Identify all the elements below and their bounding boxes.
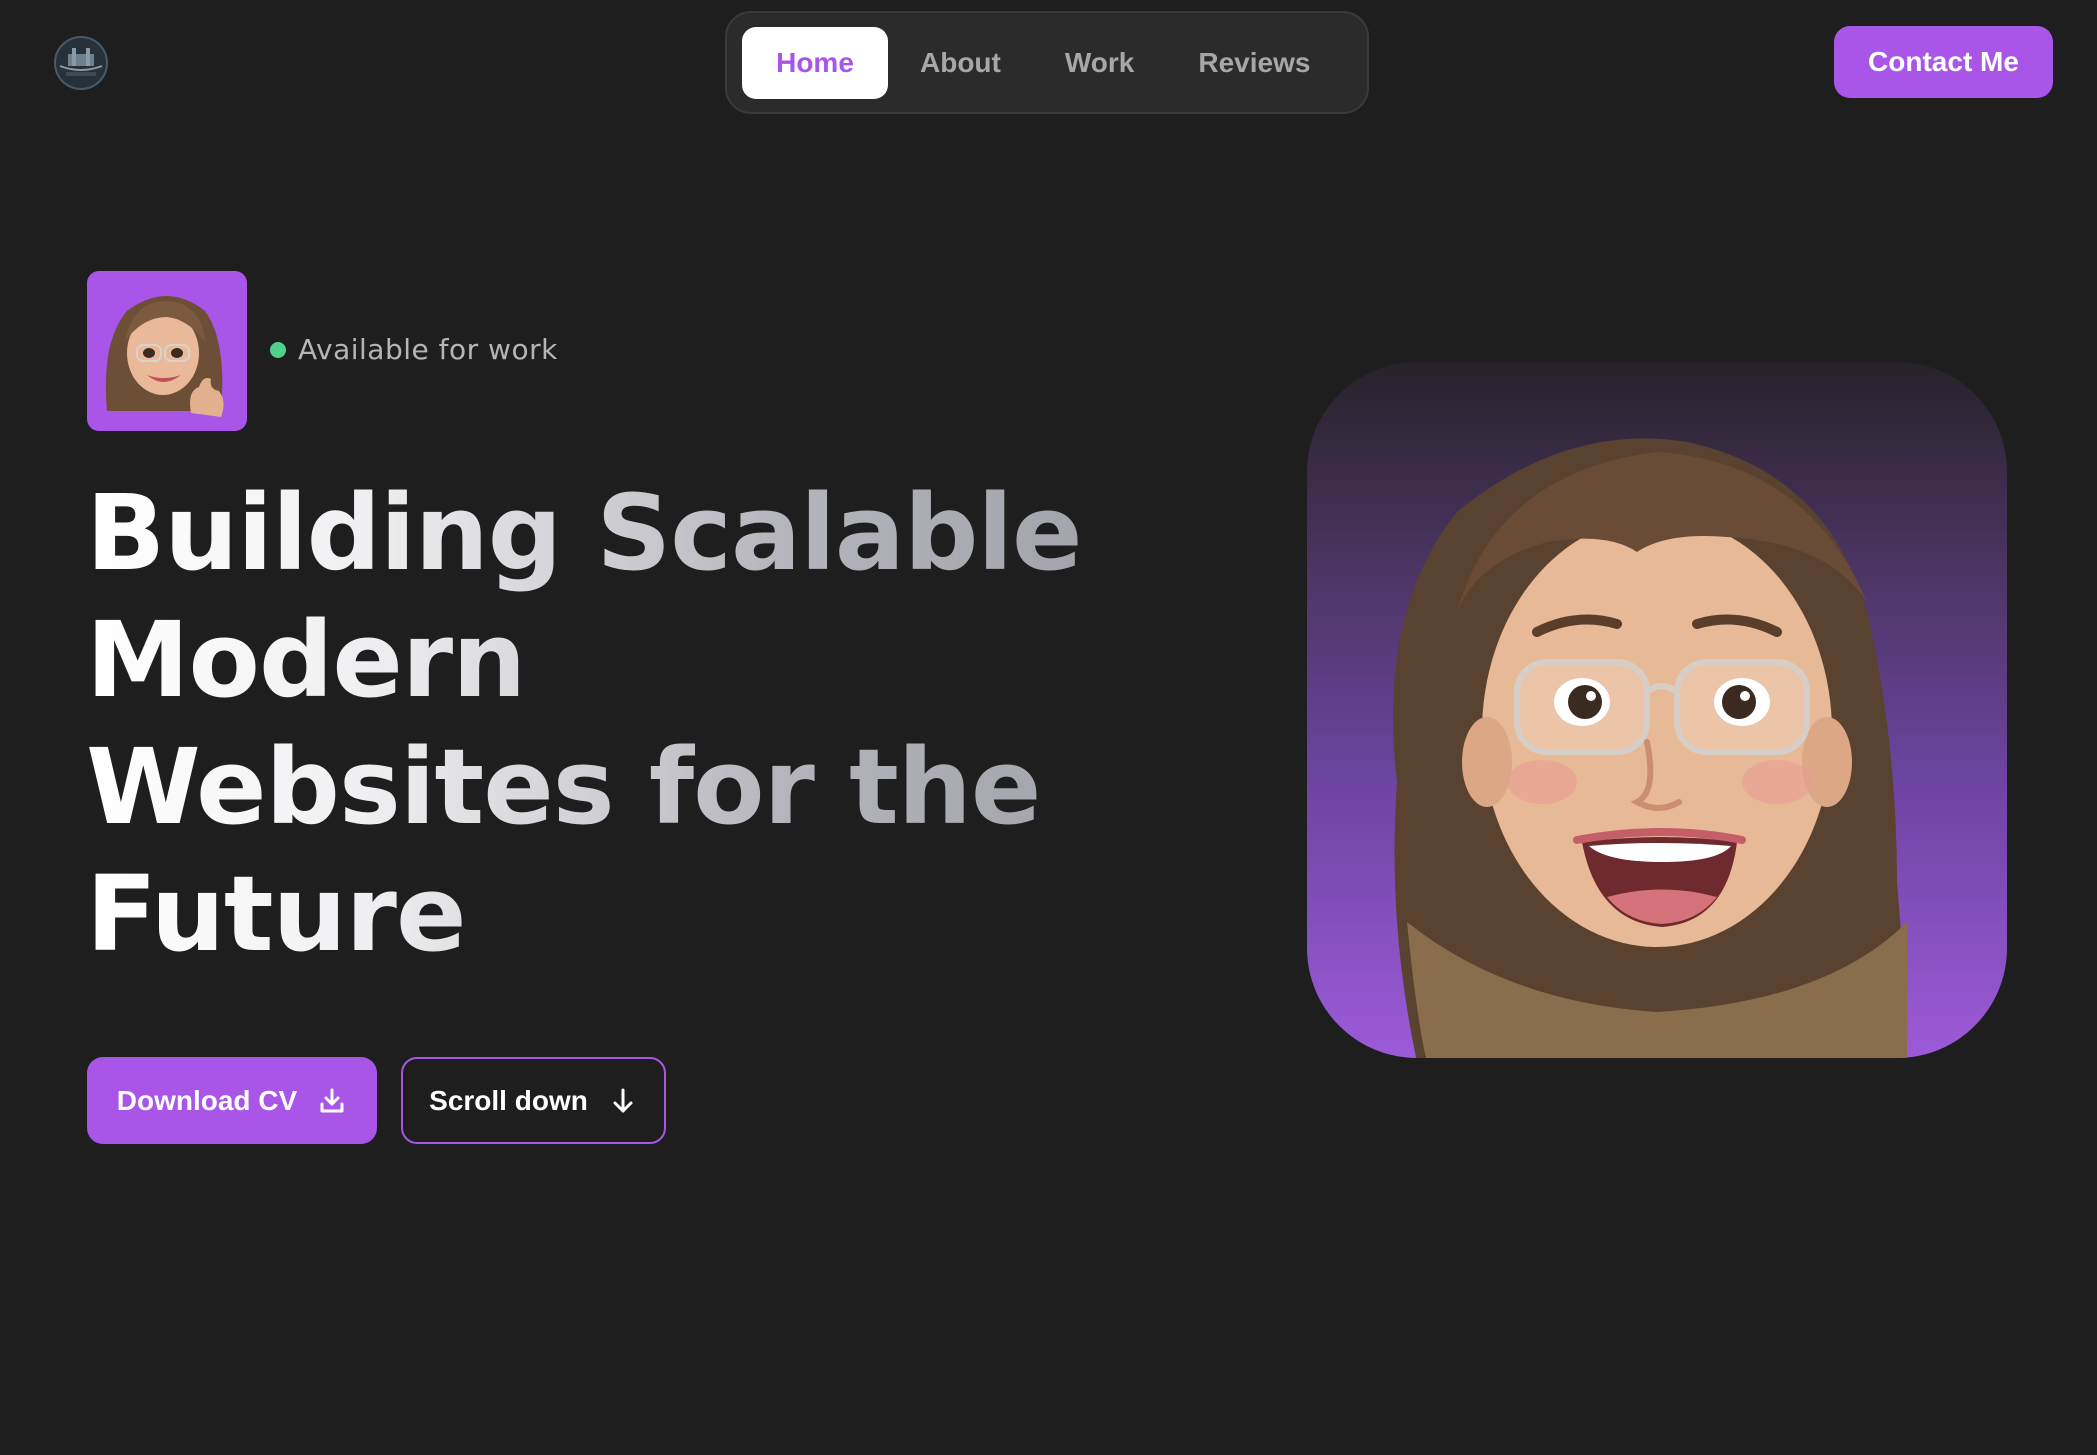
logo[interactable]	[48, 34, 114, 92]
headline-line-1: Building Scalable	[86, 472, 1082, 594]
logo-emblem-icon	[54, 36, 108, 90]
avatar	[87, 271, 247, 431]
hero-actions: Download CV Scroll down	[87, 1057, 666, 1144]
scroll-down-label: Scroll down	[429, 1084, 588, 1116]
memoji-portrait-icon	[1393, 438, 1907, 1058]
download-icon	[317, 1086, 347, 1116]
status-dot	[270, 341, 286, 358]
nav-home[interactable]: Home	[742, 26, 888, 99]
scroll-down-button[interactable]: Scroll down	[401, 1057, 666, 1144]
download-cv-label: Download CV	[116, 1084, 298, 1116]
headline-line-2: Modern	[86, 599, 526, 721]
headline-line-3: Websites for the	[86, 726, 1041, 848]
main-nav: Home About Work Reviews	[725, 11, 1369, 114]
arrow-down-icon	[608, 1086, 638, 1116]
contact-button[interactable]: Contact Me	[1834, 26, 2053, 98]
nav-work[interactable]: Work	[1033, 27, 1167, 99]
headline-line-4: Future	[86, 853, 466, 975]
availability-status: Available for work	[270, 333, 558, 366]
hero-portrait	[1307, 362, 2007, 1058]
hero-headline: Building Scalable Modern Websites for th…	[86, 470, 1186, 978]
nav-about[interactable]: About	[888, 27, 1033, 99]
download-cv-button[interactable]: Download CV	[87, 1057, 377, 1144]
status-text: Available for work	[298, 333, 558, 366]
nav-reviews[interactable]: Reviews	[1166, 27, 1342, 99]
